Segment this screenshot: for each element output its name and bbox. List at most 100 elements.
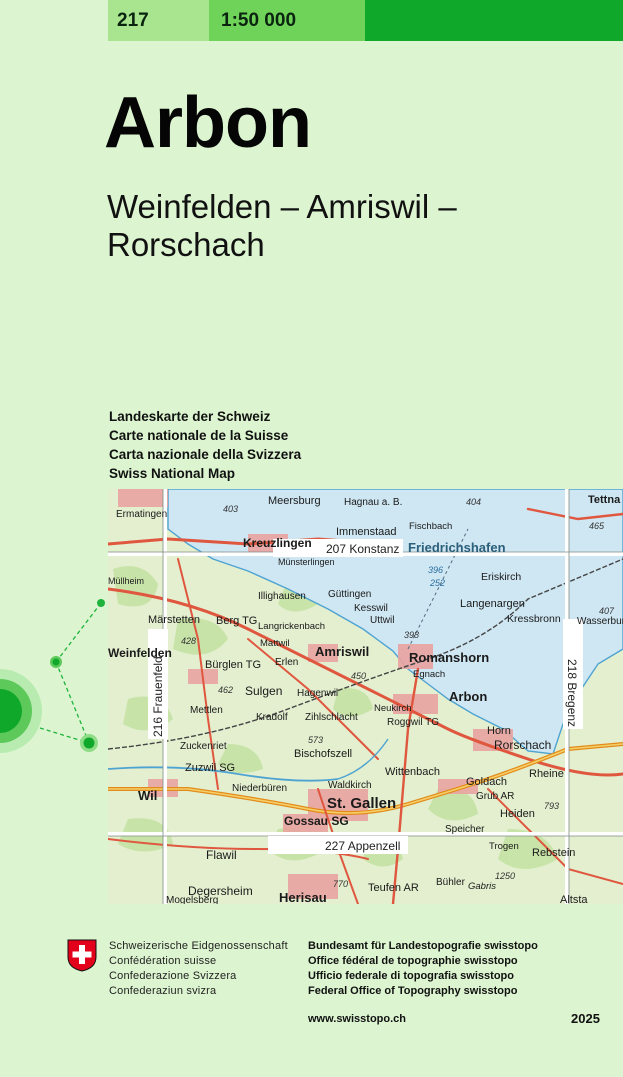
place-label: Ermatingen (116, 509, 167, 520)
website-link[interactable]: www.swisstopo.ch (308, 1013, 406, 1025)
place-label: Amriswil (315, 644, 369, 659)
place-label: Kesswil (354, 603, 388, 614)
place-label: Roggwil TG (387, 717, 439, 728)
place-label: Güttingen (328, 589, 371, 600)
elevation-label: 573 (308, 735, 323, 745)
place-label: Erlen (275, 657, 298, 668)
place-label: Hagnau a. B. (344, 497, 402, 508)
place-label: Heiden (500, 808, 535, 820)
place-label: Teufen AR (368, 882, 419, 894)
elevation-label: 407 (599, 606, 615, 616)
header-band: 217 1:50 000 (0, 0, 623, 41)
place-label: Illighausen (258, 591, 306, 602)
place-label: Kradolf (256, 712, 288, 723)
place-label: Bühler (436, 877, 466, 888)
place-label: Kreuzlingen (243, 536, 312, 550)
place-label: Zuckenriet (180, 741, 227, 752)
place-label: Hagenwil (297, 688, 338, 699)
place-label: Egnach (413, 669, 445, 680)
place-label: Meersburg (268, 495, 321, 507)
place-label: Langenargen (460, 598, 525, 610)
series-title-de: Landeskarte der Schweiz (109, 409, 271, 424)
place-label: Rebstein (532, 847, 575, 859)
elevation-label: 396 (428, 565, 443, 575)
overview-locator-graphic (0, 599, 105, 753)
place-label: Uttwil (370, 615, 394, 626)
place-label: Romanshorn (409, 650, 489, 665)
place-label: Wil (138, 788, 157, 803)
header-band-segment (0, 0, 108, 41)
place-label: Arbon (449, 689, 487, 704)
place-label: Immenstaad (336, 526, 397, 538)
place-label: Märstetten (148, 614, 200, 626)
elevation-label: 428 (181, 636, 196, 646)
place-label: Müllheim (108, 576, 144, 586)
place-label: Zihlschlacht (305, 712, 358, 723)
neighbor-sheet-south: 227 Appenzell (325, 839, 400, 853)
map-scale: 1:50 000 (221, 10, 297, 31)
edition-year: 2025 (571, 1011, 600, 1026)
office-name-it: Ufficio federale di topografia swisstopo (308, 970, 514, 982)
place-label: Berg TG (216, 615, 257, 627)
elevation-label: 398 (404, 630, 419, 640)
series-title-fr: Carte nationale de la Suisse (109, 428, 289, 443)
office-names: Bundesamt für Landestopografie swisstopo… (308, 939, 538, 999)
place-label: Gossau SG (284, 814, 349, 828)
elevation-label: 450 (351, 671, 366, 681)
place-label: St. Gallen (327, 795, 396, 812)
place-label: Rheine (529, 768, 564, 780)
map-extract[interactable]: Meersburg Hagnau a. B. Tettna Ermatingen… (108, 489, 623, 904)
place-label: Rorschach (494, 738, 551, 752)
federal-name-rm: Confederaziun svizra (109, 985, 217, 997)
place-label: Sulgen (245, 684, 282, 698)
series-title-en: Swiss National Map (109, 466, 236, 481)
place-label: Gabris (468, 881, 496, 892)
federal-name-it: Confederazione Svizzera (109, 970, 237, 982)
place-label: Niederbüren (232, 783, 287, 794)
place-label: Goldach (466, 776, 507, 788)
place-label: Zuzwil SG (185, 762, 235, 774)
place-label: Eriskirch (481, 571, 521, 583)
place-label: Mettlen (190, 705, 223, 716)
place-label: Fischbach (409, 521, 452, 532)
place-label: Bischofszell (294, 748, 352, 760)
page-title: Arbon (104, 83, 312, 163)
series-titles: Landeskarte der Schweiz Carte nationale … (109, 407, 301, 483)
place-label: Herisau (279, 890, 327, 904)
elevation-label: 462 (218, 685, 233, 695)
place-label: Horn (487, 725, 511, 737)
place-label: Speicher (445, 824, 485, 835)
place-label: Mattwil (260, 638, 290, 649)
elevation-label: 252 (429, 578, 445, 588)
elevation-label: 1250 (495, 871, 515, 881)
place-label: Kressbronn (507, 613, 561, 625)
elevation-label: 403 (223, 504, 238, 514)
series-title-it: Carta nazionale della Svizzera (109, 447, 302, 462)
map-graphic: Meersburg Hagnau a. B. Tettna Ermatingen… (108, 489, 623, 904)
neighbor-sheet-west: 216 Frauenfeld (151, 656, 165, 737)
place-label: Neukirch (374, 703, 412, 714)
place-label: Wittenbach (385, 766, 440, 778)
federal-name-fr: Confédération suisse (109, 955, 217, 967)
place-label: Tettna (588, 494, 621, 506)
swiss-coat-of-arms-icon (67, 939, 97, 972)
office-name-de: Bundesamt für Landestopografie swisstopo (308, 940, 538, 952)
locator-dot (97, 599, 105, 607)
place-label: Münsterlingen (278, 557, 335, 567)
page-subtitle: Weinfelden – Amriswil – Rorschach (107, 188, 457, 263)
place-label: Mogelsberg (166, 895, 218, 904)
header-band-segment (365, 0, 623, 41)
place-label: Altsta (560, 894, 588, 904)
office-name-fr: Office fédéral de topographie swisstopo (308, 955, 518, 967)
place-label: Grub AR (476, 791, 514, 802)
elevation-label: 793 (544, 801, 559, 811)
elevation-label: 465 (589, 521, 605, 531)
federal-names: Schweizerische Eidgenossenschaft Confédé… (109, 939, 288, 999)
neighbor-sheet-east: 218 Bregenz (565, 659, 579, 727)
place-label: Friedrichshafen (408, 540, 506, 555)
place-label: Trogen (489, 841, 519, 852)
elevation-label: 770 (333, 879, 348, 889)
place-label: Wasserburg (577, 616, 623, 627)
place-label: Bürglen TG (205, 659, 261, 671)
neighbor-sheet-north: 207 Konstanz (326, 542, 399, 556)
